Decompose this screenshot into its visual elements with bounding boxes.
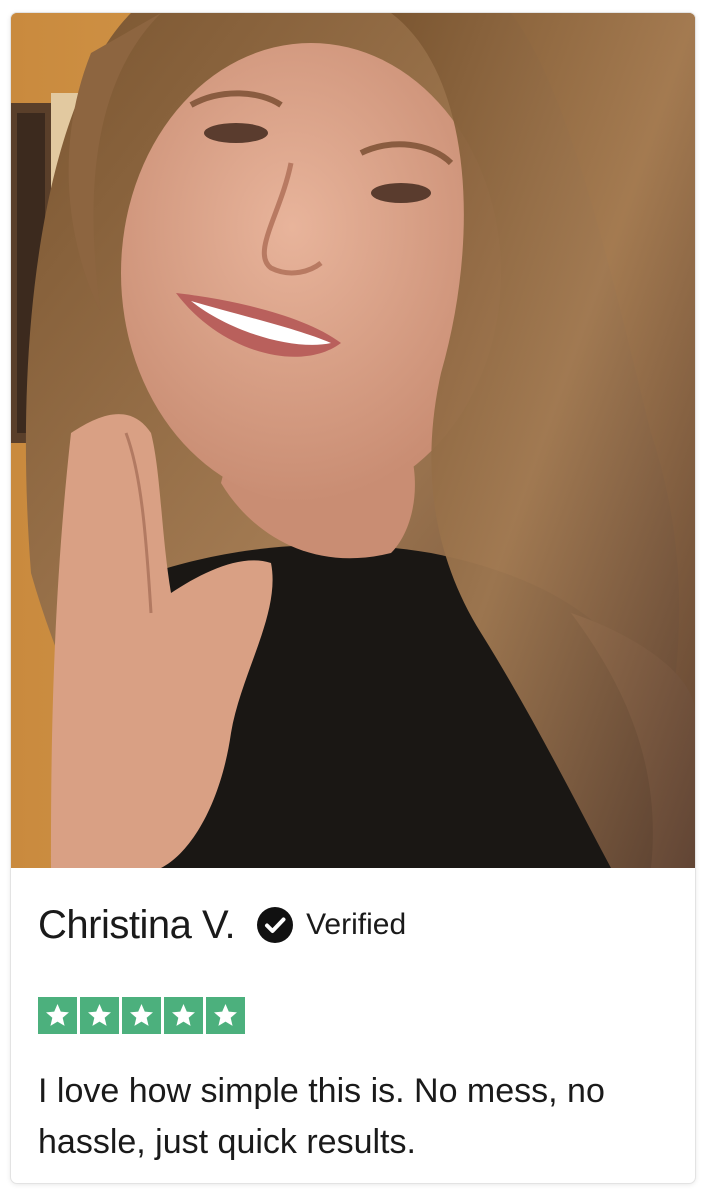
star-rating xyxy=(38,997,245,1034)
reviewer-photo xyxy=(11,13,695,868)
star-icon xyxy=(122,997,161,1034)
reviewer-header: Christina V. Verified xyxy=(38,902,406,948)
star-icon xyxy=(164,997,203,1034)
check-circle-icon xyxy=(257,907,294,943)
star-icon xyxy=(206,997,245,1034)
verified-label: Verified xyxy=(306,908,407,941)
review-card: Christina V. Verified I love how simple … xyxy=(11,13,695,1183)
star-icon xyxy=(80,997,119,1034)
review-text: I love how simple this is. No mess, no h… xyxy=(38,1072,605,1161)
reviewer-name: Christina V. xyxy=(38,902,236,947)
star-icon xyxy=(38,997,77,1034)
review-info: Christina V. Verified I love how simple … xyxy=(11,868,695,1183)
